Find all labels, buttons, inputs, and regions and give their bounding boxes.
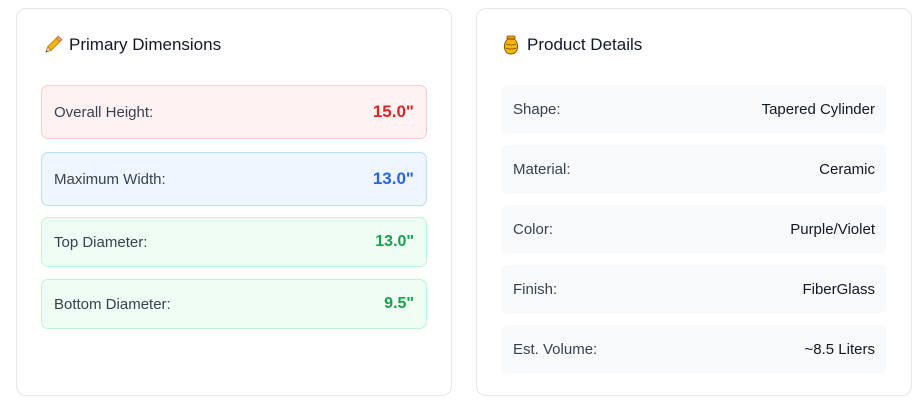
- product-details-heading: Product Details: [501, 35, 642, 55]
- detail-label: Shape:: [513, 100, 561, 118]
- detail-label: Material:: [513, 160, 571, 178]
- detail-row-color: Color: Purple/Violet: [501, 205, 887, 253]
- detail-row-shape: Shape: Tapered Cylinder: [501, 85, 887, 133]
- detail-value: Ceramic: [819, 160, 875, 178]
- dimension-label: Top Diameter:: [54, 233, 148, 251]
- primary-dimensions-card: Primary Dimensions Overall Height: 15.0"…: [16, 8, 452, 396]
- dimension-label: Bottom Diameter:: [54, 295, 171, 313]
- dimension-label: Maximum Width:: [54, 170, 166, 188]
- dimension-label: Overall Height:: [54, 103, 154, 121]
- dimension-value: 15.0": [372, 102, 414, 121]
- dimension-row-bottom-diameter: Bottom Diameter: 9.5": [41, 279, 427, 329]
- product-details-card: Product Details Shape: Tapered Cylinder …: [476, 8, 912, 396]
- vase-icon: [501, 35, 521, 55]
- dimension-row-overall-height: Overall Height: 15.0": [41, 85, 427, 139]
- detail-row-material: Material: Ceramic: [501, 145, 887, 193]
- detail-row-est-volume: Est. Volume: ~8.5 Liters: [501, 325, 887, 373]
- detail-label: Color:: [513, 220, 554, 238]
- primary-dimensions-heading: Primary Dimensions: [43, 35, 221, 55]
- dimension-row-maximum-width: Maximum Width: 13.0": [41, 152, 427, 206]
- dimension-row-top-diameter: Top Diameter: 13.0": [41, 217, 427, 267]
- dimension-value: 9.5": [384, 295, 414, 312]
- dimension-value: 13.0": [372, 169, 414, 188]
- detail-row-finish: Finish: FiberGlass: [501, 265, 887, 313]
- detail-label: Est. Volume:: [513, 340, 598, 358]
- pencil-icon: [43, 35, 63, 55]
- detail-value: Tapered Cylinder: [761, 100, 875, 118]
- product-details-title: Product Details: [527, 35, 643, 54]
- detail-value: ~8.5 Liters: [804, 340, 875, 358]
- detail-value: FiberGlass: [802, 280, 875, 298]
- detail-value: Purple/Violet: [790, 220, 875, 238]
- detail-label: Finish:: [513, 280, 558, 298]
- primary-dimensions-title: Primary Dimensions: [69, 35, 222, 54]
- dimension-value: 13.0": [375, 233, 414, 250]
